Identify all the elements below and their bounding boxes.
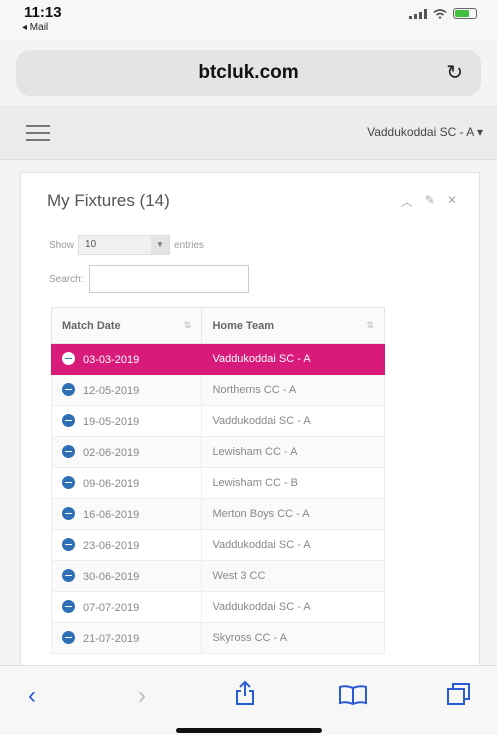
match-date-text: 16-06-2019	[83, 509, 140, 521]
expand-row-icon[interactable]	[62, 445, 75, 458]
close-icon[interactable]: ✕	[447, 193, 457, 210]
tabs-icon[interactable]	[446, 682, 472, 713]
table-row[interactable]: 19-05-2019 Vaddukoddai SC - A	[50, 405, 385, 437]
status-bar: 11:13 ◂ Mail	[0, 0, 497, 40]
wifi-icon	[433, 8, 447, 19]
match-date-cell: 07-07-2019	[50, 591, 203, 623]
match-date-text: 07-07-2019	[83, 602, 140, 614]
sort-icon: ⇅	[183, 320, 192, 330]
team-selector-label: Vaddukoddai SC - A	[367, 125, 474, 139]
collapse-icon[interactable]: ︿	[401, 193, 413, 210]
column-header-match-date[interactable]: Match Date ⇅	[50, 307, 203, 344]
column-header-label: Match Date	[62, 319, 121, 332]
table-row[interactable]: 21-07-2019 Skyross CC - A	[50, 622, 385, 654]
match-date-text: 19-05-2019	[83, 416, 140, 428]
match-date-text: 23-06-2019	[83, 540, 140, 552]
chevron-down-icon: ▼	[151, 236, 170, 254]
panel-tools: ︿ ✎ ✕	[401, 193, 457, 210]
panel-title: My Fixtures (14)	[47, 191, 170, 210]
site-header: Vaddukoddai SC - A ▾	[0, 105, 497, 160]
home-team-cell: Skyross CC - A	[201, 622, 385, 654]
home-team-cell: Lewisham CC - B	[201, 467, 385, 499]
team-selector[interactable]: Vaddukoddai SC - A ▾	[367, 125, 483, 139]
home-team-cell: Vaddukoddai SC - A	[201, 591, 385, 623]
table-row[interactable]: 12-05-2019 Northerns CC - A	[50, 374, 385, 406]
show-label: Show	[49, 239, 75, 251]
entries-select-value: 10	[85, 239, 97, 250]
fixtures-table: Match Date ⇅ Home Team ⇅ 03-03-2019 Vadduko…	[50, 307, 385, 654]
hamburger-icon[interactable]	[26, 125, 50, 141]
match-date-text: 30-06-2019	[83, 571, 140, 583]
forward-icon[interactable]: ›	[138, 682, 146, 710]
table-row[interactable]: 09-06-2019 Lewisham CC - B	[50, 467, 385, 499]
table-header-row: Match Date ⇅ Home Team ⇅	[50, 307, 385, 344]
expand-row-icon[interactable]	[62, 352, 75, 365]
home-team-cell: Vaddukoddai SC - A	[201, 343, 385, 375]
expand-row-icon[interactable]	[62, 507, 75, 520]
match-date-text: 02-06-2019	[83, 447, 140, 459]
wrench-icon[interactable]: ✎	[425, 193, 435, 210]
reload-icon[interactable]: ↻	[446, 60, 463, 85]
status-icons	[409, 8, 477, 19]
share-icon[interactable]	[234, 680, 256, 713]
table-row[interactable]: 30-06-2019 West 3 CC	[50, 560, 385, 592]
url-text: btcluk.com	[198, 62, 299, 83]
entries-control: Show 10 ▼ entries	[49, 235, 204, 255]
match-date-cell: 02-06-2019	[50, 436, 203, 468]
column-header-label: Home Team	[212, 319, 274, 332]
status-time: 11:13	[24, 4, 62, 21]
chevron-down-icon: ▾	[476, 125, 483, 139]
home-indicator[interactable]	[176, 728, 322, 733]
back-icon[interactable]: ‹	[28, 682, 36, 710]
match-date-text: 03-03-2019	[83, 354, 140, 366]
fixtures-panel: My Fixtures (14) ︿ ✎ ✕ Show 10 ▼ entries…	[20, 172, 480, 672]
expand-row-icon[interactable]	[62, 569, 75, 582]
match-date-cell: 23-06-2019	[50, 529, 203, 561]
battery-icon	[453, 8, 477, 19]
home-team-cell: Northerns CC - A	[201, 374, 385, 406]
signal-icon	[409, 8, 427, 19]
column-header-home-team[interactable]: Home Team ⇅	[201, 307, 385, 344]
match-date-cell: 12-05-2019	[50, 374, 203, 406]
expand-row-icon[interactable]	[62, 414, 75, 427]
match-date-text: 09-06-2019	[83, 478, 140, 490]
match-date-cell: 30-06-2019	[50, 560, 203, 592]
match-date-cell: 09-06-2019	[50, 467, 203, 499]
home-team-cell: Vaddukoddai SC - A	[201, 529, 385, 561]
address-bar[interactable]: btcluk.com ↻	[16, 50, 481, 96]
back-to-mail-link[interactable]: ◂ Mail	[22, 22, 48, 33]
home-team-cell: Lewisham CC - A	[201, 436, 385, 468]
table-row[interactable]: 16-06-2019 Merton Boys CC - A	[50, 498, 385, 530]
entries-label: entries	[174, 239, 205, 251]
home-team-cell: Vaddukoddai SC - A	[201, 405, 385, 437]
table-row[interactable]: 23-06-2019 Vaddukoddai SC - A	[50, 529, 385, 561]
table-row[interactable]: 03-03-2019 Vaddukoddai SC - A	[50, 343, 385, 375]
match-date-text: 12-05-2019	[83, 385, 140, 397]
expand-row-icon[interactable]	[62, 631, 75, 644]
bookmarks-icon[interactable]	[338, 684, 368, 713]
match-date-cell: 03-03-2019	[50, 343, 203, 375]
entries-select[interactable]: 10 ▼	[78, 235, 171, 255]
home-team-cell: Merton Boys CC - A	[201, 498, 385, 530]
match-date-cell: 19-05-2019	[50, 405, 203, 437]
match-date-cell: 21-07-2019	[50, 622, 203, 654]
table-row[interactable]: 02-06-2019 Lewisham CC - A	[50, 436, 385, 468]
expand-row-icon[interactable]	[62, 600, 75, 613]
search-control: Search:	[49, 265, 250, 293]
sort-icon: ⇅	[366, 320, 374, 330]
search-label: Search:	[49, 273, 84, 285]
home-team-cell: West 3 CC	[201, 560, 385, 592]
match-date-cell: 16-06-2019	[50, 498, 203, 530]
expand-row-icon[interactable]	[62, 538, 75, 551]
expand-row-icon[interactable]	[62, 383, 75, 396]
match-date-text: 21-07-2019	[83, 633, 140, 645]
search-input[interactable]	[89, 265, 250, 293]
table-row[interactable]: 07-07-2019 Vaddukoddai SC - A	[50, 591, 385, 623]
safari-toolbar: ‹ ›	[0, 665, 497, 735]
expand-row-icon[interactable]	[62, 476, 75, 489]
